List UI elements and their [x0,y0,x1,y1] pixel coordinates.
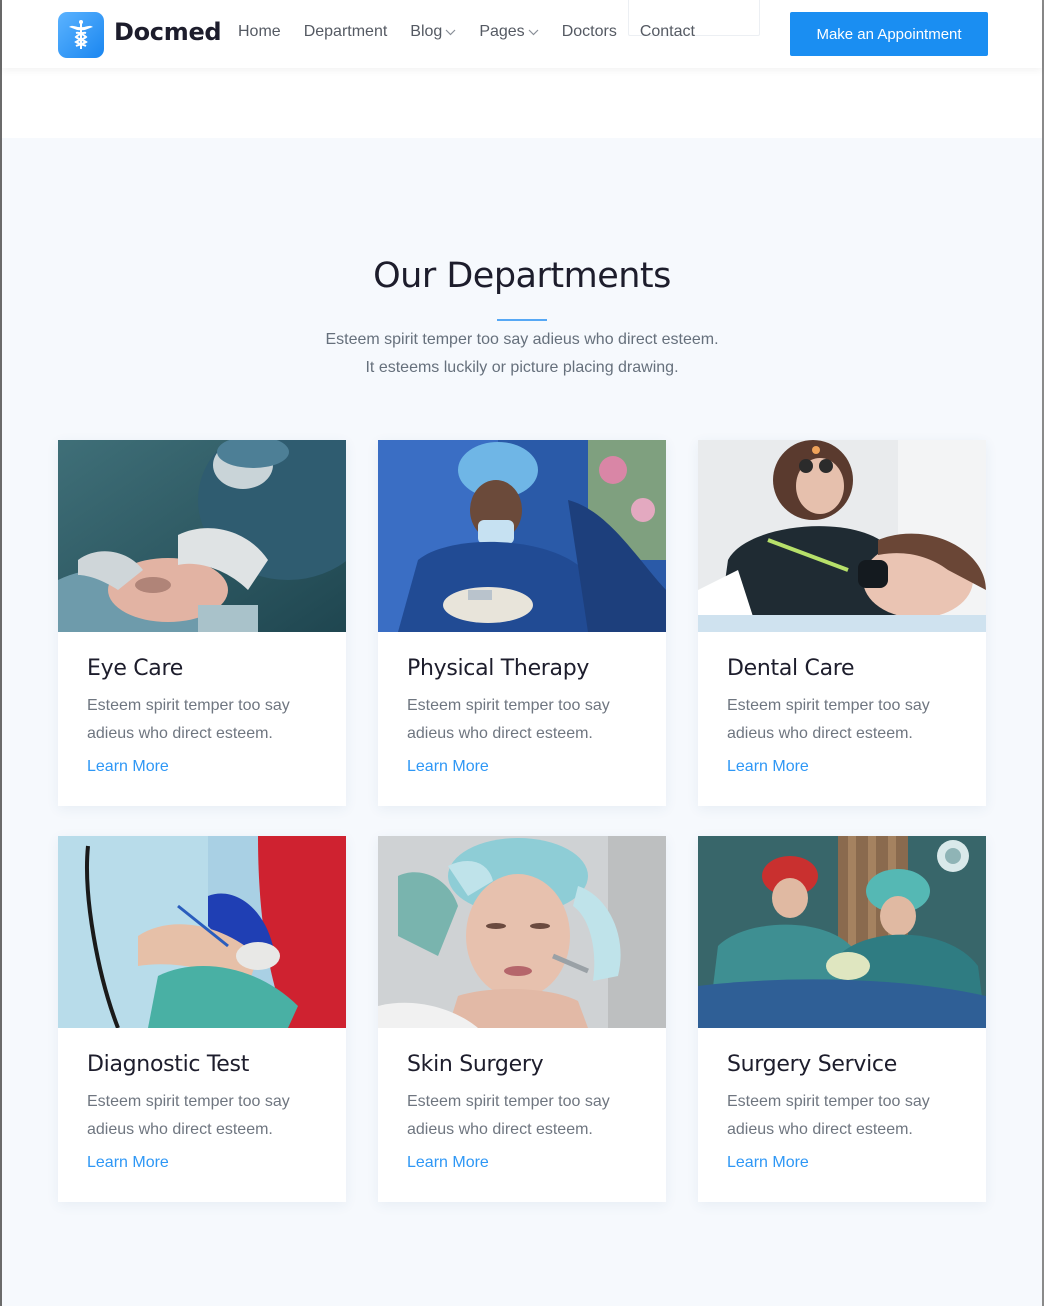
nav-label: Doctors [561,23,617,40]
nav-department[interactable]: Department [304,23,388,41]
chevron-down-icon [528,29,539,35]
department-title: Surgery Service [727,1052,897,1077]
department-card-eye-care: Eye Care Esteem spirit temper too say ad… [58,440,346,806]
learn-more-link[interactable]: Learn More [727,758,809,776]
make-appointment-button[interactable]: Make an Appointment [790,12,988,56]
nav-blog[interactable]: Blog [410,23,456,41]
department-description: Esteem spirit temper too say adieus who … [87,697,290,742]
main-nav: Home Department Blog Pages Doctors Conta… [238,23,718,41]
department-title: Physical Therapy [407,656,590,681]
section-subtitle-line-1: Esteem spirit temper too say adieus who … [325,331,719,348]
department-card-diagnostic-test: Diagnostic Test Esteem spirit temper too… [58,836,346,1202]
department-description: Esteem spirit temper too say adieus who … [407,697,610,742]
eye-surgery-photo [58,440,346,632]
section-title: Our Departments [373,256,671,296]
nav-label: Contact [639,23,695,40]
department-description: Esteem spirit temper too say adieus who … [727,697,930,742]
department-description: Esteem spirit temper too say adieus who … [407,1093,610,1138]
logo[interactable] [58,12,104,58]
learn-more-link[interactable]: Learn More [87,1154,169,1172]
learn-more-link[interactable]: Learn More [407,1154,489,1172]
learn-more-link[interactable]: Learn More [727,1154,809,1172]
learn-more-link[interactable]: Learn More [87,758,169,776]
nav-label: Pages [479,23,525,40]
caduceus-icon [69,20,93,49]
nav-label: Blog [410,23,443,40]
nav-label: Department [303,23,388,40]
nav-doctors[interactable]: Doctors [562,23,617,41]
department-description: Esteem spirit temper too say adieus who … [87,1093,290,1138]
brand-name[interactable]: Docmed [114,18,222,46]
nav-label: Home [238,23,281,40]
surgical-team-photo [378,440,666,632]
department-title: Dental Care [727,656,855,681]
operating-room-photo [698,836,986,1028]
department-title: Eye Care [87,656,183,681]
nav-home[interactable]: Home [238,23,281,41]
learn-more-link[interactable]: Learn More [407,758,489,776]
dentist-photo [698,440,986,632]
department-card-skin-surgery: Skin Surgery Esteem spirit temper too sa… [378,836,666,1202]
department-card-physical-therapy: Physical Therapy Esteem spirit temper to… [378,440,666,806]
facial-treatment-photo [378,836,666,1028]
chevron-down-icon [445,29,456,35]
department-description: Esteem spirit temper too say adieus who … [727,1093,930,1138]
site-header: Docmed Home Department Blog Pages Doctor… [2,0,1042,68]
department-title: Diagnostic Test [87,1052,250,1077]
department-card-dental-care: Dental Care Esteem spirit temper too say… [698,440,986,806]
nav-pages[interactable]: Pages [479,23,539,41]
section-subtitle-line-2: It esteems luckily or picture placing dr… [365,359,679,376]
department-card-surgery-service: Surgery Service Esteem spirit temper too… [698,836,986,1202]
nav-contact[interactable]: Contact [640,23,695,41]
patient-iv-photo [58,836,346,1028]
title-divider [497,319,547,321]
department-title: Skin Surgery [407,1052,544,1077]
